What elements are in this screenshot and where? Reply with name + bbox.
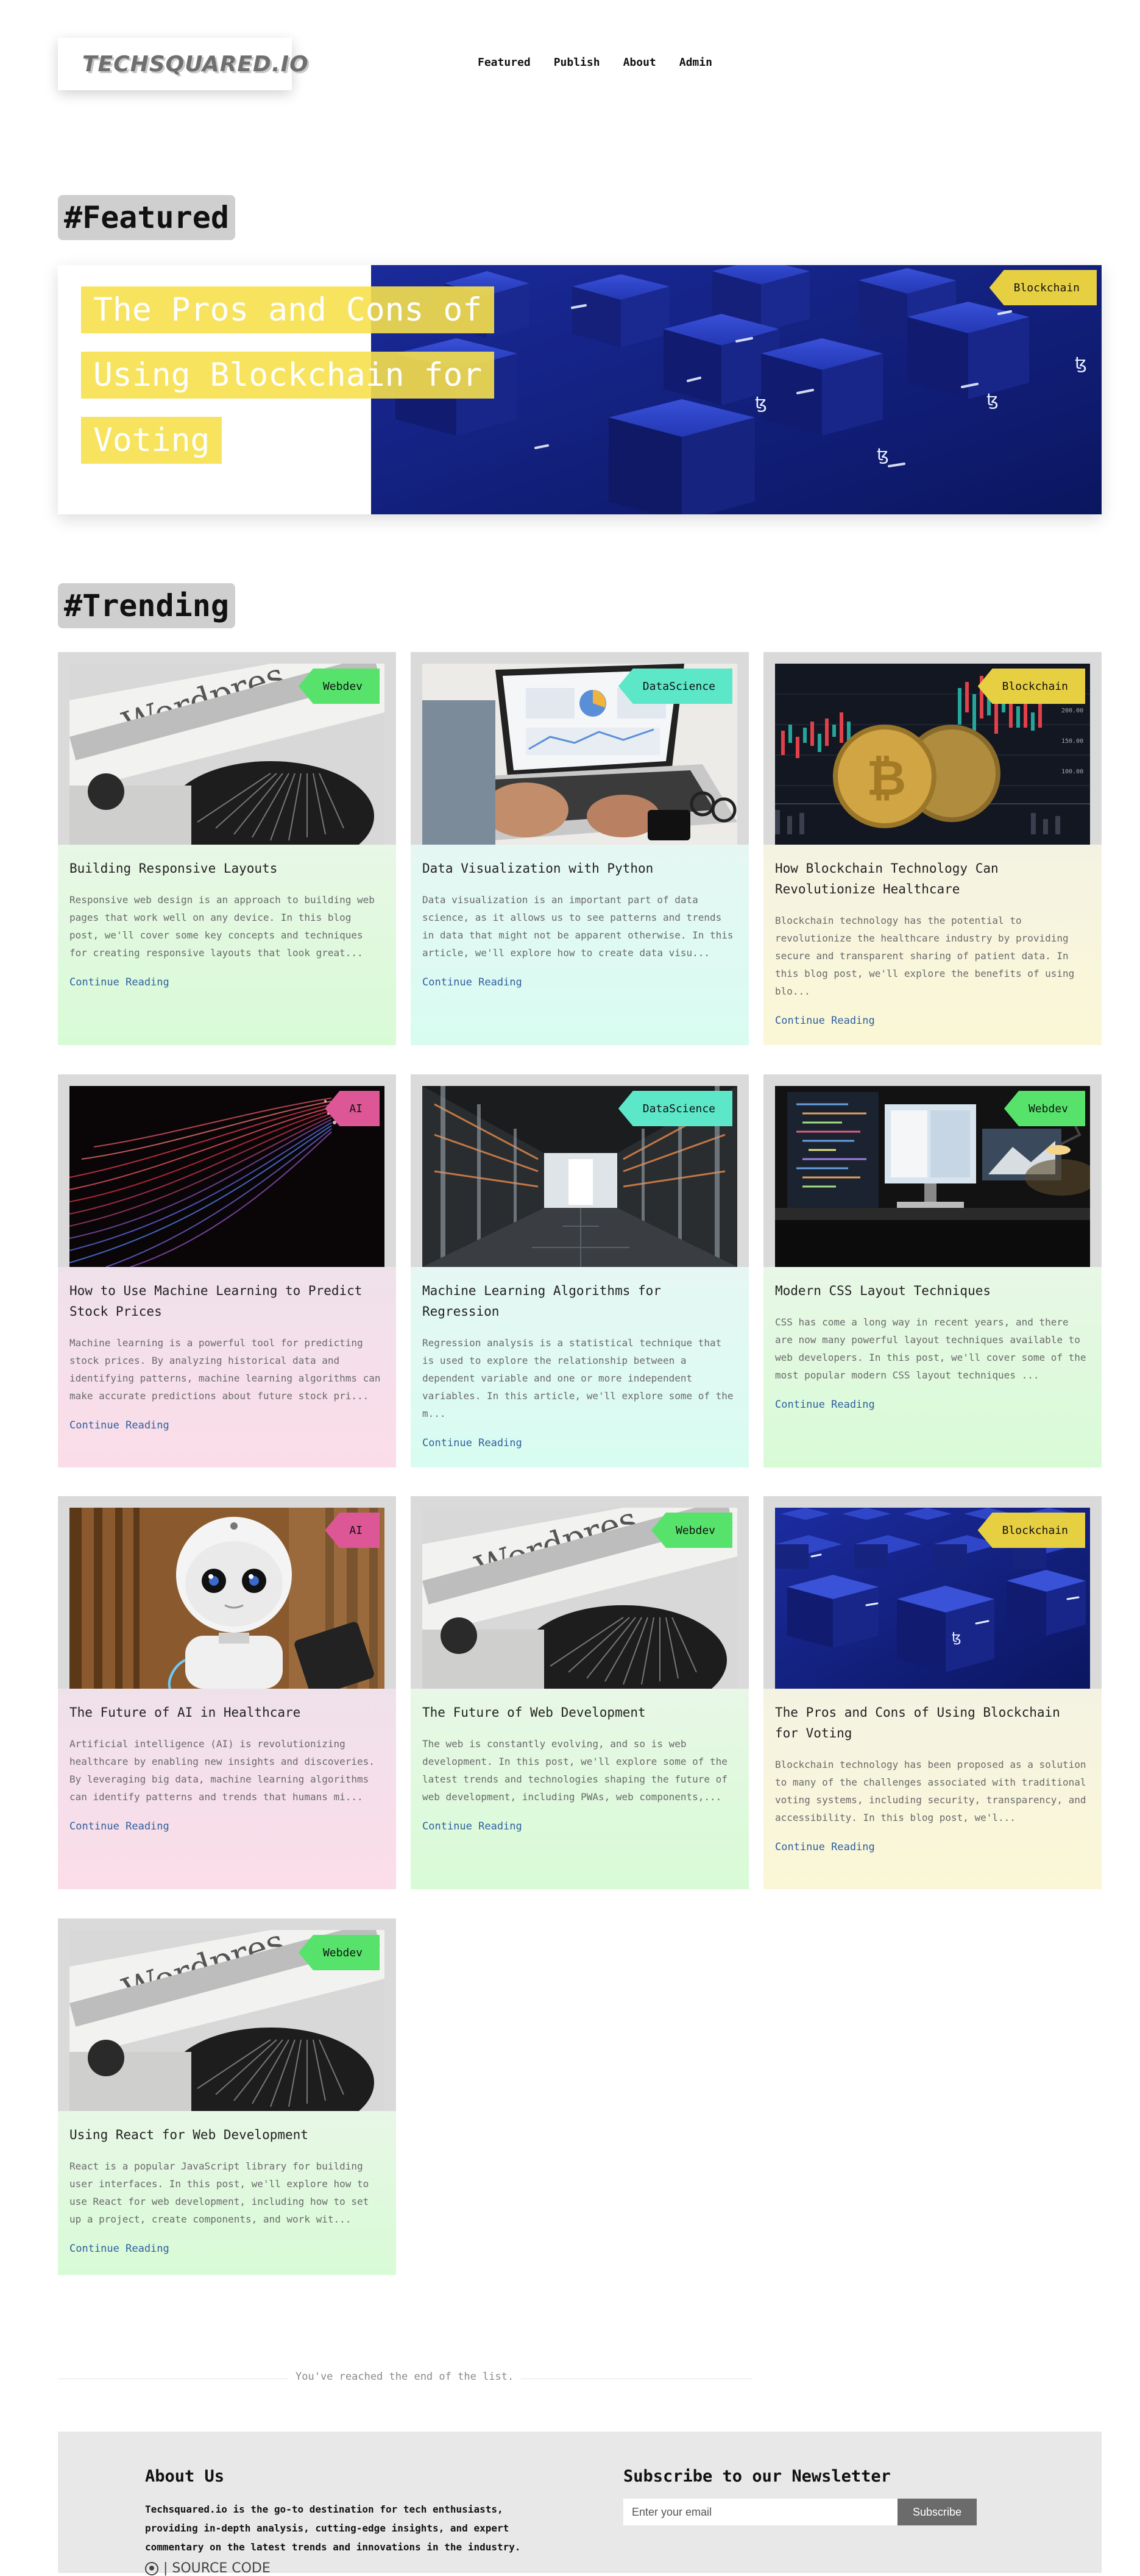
post-image-typewriter: Wordpres Webdev xyxy=(69,664,384,845)
post-card[interactable]: Wordpres Webdev Using React for Web Deve… xyxy=(58,1918,396,2275)
tag-badge[interactable]: Blockchain xyxy=(977,1513,1085,1548)
post-card[interactable]: Wordpres Webdev The Future of Web Develo… xyxy=(411,1496,749,1889)
github-icon xyxy=(145,2561,158,2575)
tag-badge[interactable]: Webdev xyxy=(298,669,380,704)
svg-text:ꜩ: ꜩ xyxy=(877,444,889,464)
tag-badge[interactable]: Webdev xyxy=(1004,1091,1085,1126)
post-excerpt: Responsive web design is an approach to … xyxy=(69,894,375,959)
tag-badge[interactable]: DataScience xyxy=(618,1091,732,1126)
subscribe-button[interactable]: Subscribe xyxy=(897,2499,977,2525)
post-excerpt: Blockchain technology has the potential … xyxy=(775,915,1075,997)
post-excerpt: Blockchain technology has been proposed … xyxy=(775,1759,1086,1823)
post-title[interactable]: Modern CSS Layout Techniques xyxy=(775,1280,1090,1301)
continue-reading-link[interactable]: Continue Reading xyxy=(69,1419,384,1432)
post-card[interactable]: AI The Future of AI in Healthcare Artifi… xyxy=(58,1496,396,1889)
post-image-cubes: ꜩ Blockchain xyxy=(775,1508,1090,1689)
post-title[interactable]: The Future of Web Development xyxy=(422,1702,737,1723)
svg-text:ꜩ: ꜩ xyxy=(986,389,999,410)
post-image-robot: AI xyxy=(69,1508,384,1689)
svg-text:ꜩ: ꜩ xyxy=(952,1630,961,1645)
post-title[interactable]: How to Use Machine Learning to Predict S… xyxy=(69,1280,384,1322)
post-title[interactable]: Using React for Web Development xyxy=(69,2124,384,2145)
tag-badge[interactable]: Webdev xyxy=(298,1935,380,1970)
svg-text:150.00: 150.00 xyxy=(1061,738,1083,745)
post-card[interactable]: DataScience Data Visualization with Pyth… xyxy=(411,652,749,1045)
post-card[interactable]: AI How to Use Machine Learning to Predic… xyxy=(58,1074,396,1467)
post-image-coins: ₿ 200.00 150.00 100.00 Blockchain xyxy=(775,664,1090,845)
featured-tag-badge[interactable]: Blockchain xyxy=(989,270,1097,305)
tag-badge[interactable]: Webdev xyxy=(651,1513,732,1548)
nav-about[interactable]: About xyxy=(623,56,656,69)
svg-text:200.00: 200.00 xyxy=(1061,708,1083,714)
continue-reading-link[interactable]: Continue Reading xyxy=(69,976,384,988)
continue-reading-link[interactable]: Continue Reading xyxy=(775,1015,1090,1027)
end-of-list-text: You've reached the end of the list. xyxy=(288,2371,522,2383)
tag-badge[interactable]: Blockchain xyxy=(977,669,1085,704)
source-code-link[interactable]: | SOURCE CODE xyxy=(145,2561,271,2576)
footer: About Us Techsquared.io is the go-to des… xyxy=(58,2432,1102,2576)
logo-text: TECHSQUARED.IO xyxy=(82,51,309,77)
post-title[interactable]: The Future of AI in Healthcare xyxy=(69,1702,384,1723)
post-excerpt: CSS has come a long way in recent years,… xyxy=(775,1316,1086,1381)
post-card[interactable]: ₿ 200.00 150.00 100.00 Blockchain How Bl… xyxy=(763,652,1102,1045)
nav-publish[interactable]: Publish xyxy=(554,56,600,69)
featured-title-text[interactable]: The Pros and Cons of Using Blockchain fo… xyxy=(81,286,495,464)
post-excerpt: The web is constantly evolving, and so i… xyxy=(422,1738,728,1803)
post-title[interactable]: Machine Learning Algorithms for Regressi… xyxy=(422,1280,737,1322)
post-title[interactable]: The Pros and Cons of Using Blockchain fo… xyxy=(775,1702,1090,1744)
post-card[interactable]: Webdev Modern CSS Layout Techniques CSS … xyxy=(763,1074,1102,1467)
continue-reading-link[interactable]: Continue Reading xyxy=(775,1399,1090,1411)
post-title[interactable]: How Blockchain Technology Can Revolution… xyxy=(775,858,1090,899)
nav-featured[interactable]: Featured xyxy=(478,56,531,69)
post-excerpt: Artificial intelligence (AI) is revoluti… xyxy=(69,1738,375,1803)
continue-reading-link[interactable]: Continue Reading xyxy=(422,1820,737,1833)
newsletter-heading: Subscribe to our Newsletter xyxy=(623,2467,891,2486)
svg-text:₿: ₿ xyxy=(866,750,906,806)
continue-reading-link[interactable]: Continue Reading xyxy=(69,2243,384,2255)
post-card[interactable]: ꜩ Blockchain The Pros and Cons of Using … xyxy=(763,1496,1102,1889)
about-heading: About Us xyxy=(145,2467,225,2486)
post-image-fiber: AI xyxy=(69,1086,384,1267)
featured-title[interactable]: The Pros and Cons of Using Blockchain fo… xyxy=(81,277,508,473)
tag-badge[interactable]: DataScience xyxy=(618,669,732,704)
post-image-desk: Webdev xyxy=(775,1086,1090,1267)
continue-reading-link[interactable]: Continue Reading xyxy=(69,1820,384,1833)
continue-reading-link[interactable]: Continue Reading xyxy=(422,1437,737,1449)
svg-text:100.00: 100.00 xyxy=(1061,768,1083,775)
post-card[interactable]: DataScience Machine Learning Algorithms … xyxy=(411,1074,749,1467)
post-excerpt: Machine learning is a powerful tool for … xyxy=(69,1337,381,1402)
post-image-typewriter: Wordpres Webdev xyxy=(69,1930,384,2111)
featured-card[interactable]: ꜩ ꜩ ꜩ ꜩ The Pros and Cons of Using Blockcha… xyxy=(58,265,1102,514)
continue-reading-link[interactable]: Continue Reading xyxy=(775,1841,1090,1853)
post-excerpt: Regression analysis is a statistical tec… xyxy=(422,1337,734,1419)
nav-admin[interactable]: Admin xyxy=(679,56,712,69)
post-card[interactable]: Wordpres Webdev Building Responsive Layo… xyxy=(58,652,396,1045)
newsletter-email-input[interactable] xyxy=(623,2499,897,2525)
logo[interactable]: TECHSQUARED.IO xyxy=(58,38,308,90)
post-title[interactable]: Building Responsive Layouts xyxy=(69,858,384,879)
post-excerpt: Data visualization is an important part … xyxy=(422,894,734,959)
post-image-typewriter: Wordpres Webdev xyxy=(422,1508,737,1689)
trending-heading: #Trending xyxy=(58,583,235,628)
continue-reading-link[interactable]: Continue Reading xyxy=(422,976,737,988)
featured-heading: #Featured xyxy=(58,195,235,240)
post-image-laptop: DataScience xyxy=(422,664,737,845)
about-text: Techsquared.io is the go-to destination … xyxy=(145,2503,521,2553)
svg-text:ꜩ: ꜩ xyxy=(1075,353,1087,373)
main-nav: Featured Publish About Admin xyxy=(478,56,712,69)
source-code-label: | SOURCE CODE xyxy=(163,2561,271,2576)
svg-text:ꜩ: ꜩ xyxy=(755,392,767,413)
post-excerpt: React is a popular JavaScript library fo… xyxy=(69,2160,369,2225)
post-title[interactable]: Data Visualization with Python xyxy=(422,858,737,879)
post-image-servers: DataScience xyxy=(422,1086,737,1267)
